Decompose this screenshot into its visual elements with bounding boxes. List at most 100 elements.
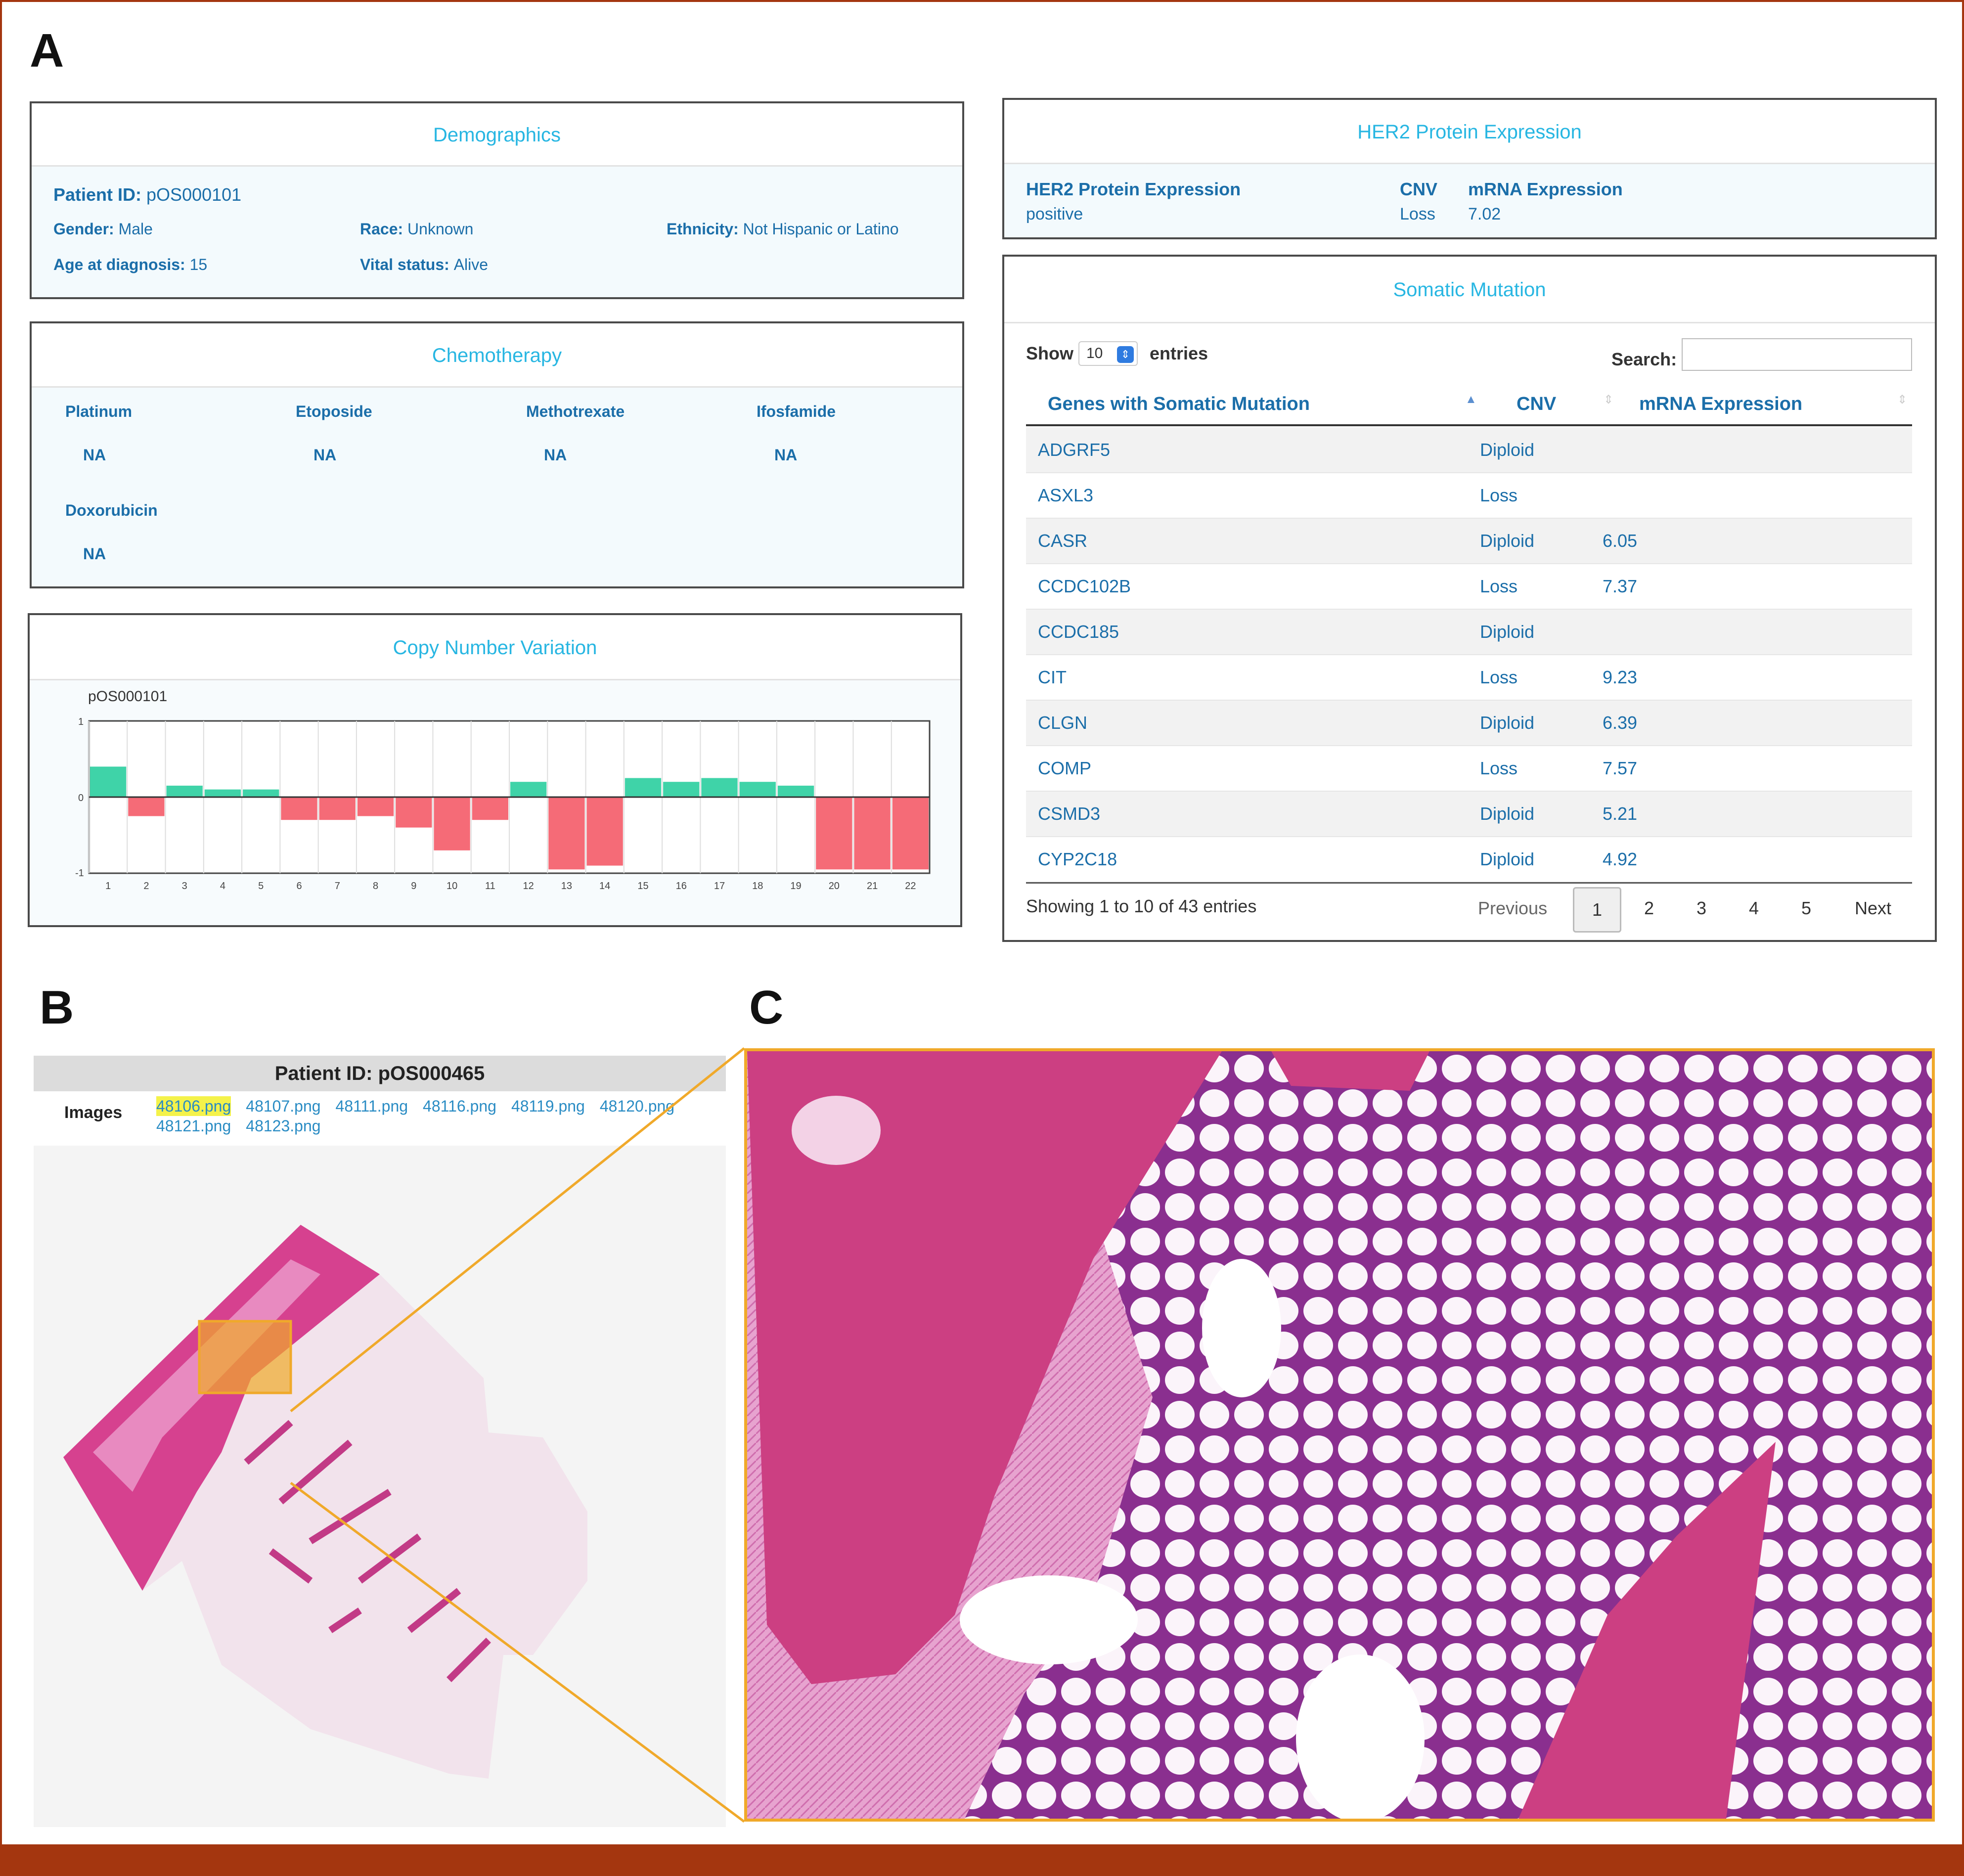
cnv-bar-chr13 [548,797,585,870]
table-header: Genes with Somatic Mutation ▲ CNV ⇕ mRNA… [1026,378,1912,426]
cnv-body: pOS000101 1 0 -1 1 2 3 4 5 6 7 8 9 10 11 12 13 14 15 16… [30,680,960,925]
x-tick-label: 6 [296,881,302,892]
image-link[interactable]: 48116.png [423,1096,496,1116]
gender-label: Gender: [53,220,114,238]
her2-title: HER2 Protein Expression [1004,100,1935,164]
images-label: Images [64,1103,123,1122]
mrna-cell: 7.37 [1591,564,1912,610]
somatic-title: Somatic Mutation [1004,257,1935,323]
bone-trabecula-top [1271,1051,1429,1091]
page-button-4[interactable]: 4 [1749,898,1759,919]
cnv-bar-chr1 [90,766,127,797]
race-label: Race: [360,220,403,238]
gene-cell[interactable]: ADGRF5 [1026,427,1468,473]
chemotherapy-card: Chemotherapy Platinum NA Etoposide NA Me… [30,321,964,588]
gene-cell[interactable]: ASXL3 [1026,473,1468,519]
page-button-5[interactable]: 5 [1801,898,1811,919]
drug-value: NA [83,446,106,464]
her2-body: HER2 Protein Expression positive CNV Los… [1004,164,1935,237]
y-tick-label: -1 [75,868,84,879]
entries-select[interactable]: 10 ⇕ [1078,341,1138,366]
mrna-cell [1591,473,1912,519]
show-label: Show [1026,343,1073,363]
cnv-chart: pOS000101 1 0 -1 1 2 3 4 5 6 7 8 9 10 11 12 13 14 15 16… [75,688,931,892]
col-header-cnv[interactable]: CNV [1517,394,1556,415]
x-tick-label: 9 [411,881,416,892]
gene-cell[interactable]: CYP2C18 [1026,837,1468,883]
previous-button[interactable]: Previous [1478,898,1547,919]
slide-thumbnail[interactable] [34,1146,726,1827]
page-button-3[interactable]: 3 [1696,898,1706,919]
x-tick-label: 3 [182,881,187,892]
her2-col1-value: positive [1026,205,1083,223]
entries-label: entries [1150,343,1208,363]
vessel-lumen [1202,1259,1281,1397]
cnv-title: Copy Number Variation [30,615,960,680]
x-tick-label: 11 [485,881,495,892]
drug-name: Etoposide [296,402,372,420]
image-link[interactable]: 48121.png [156,1116,231,1136]
cnv-cell: Loss [1468,746,1591,792]
patient-id-value: pOS000101 [146,184,242,205]
image-link[interactable]: 48120.png [600,1096,674,1116]
sort-icon[interactable]: ⇕ [1897,393,1907,407]
gene-cell[interactable]: CASR [1026,518,1468,564]
mrna-cell: 4.92 [1591,837,1912,883]
drug-value: NA [83,545,106,563]
sort-icon[interactable]: ⇕ [1604,393,1613,407]
cnv-bar-chr22 [892,797,929,870]
patient-id: Patient ID: pOS000101 [53,184,241,205]
her2-col2-value: Loss [1400,205,1435,223]
search-input[interactable] [1682,338,1912,371]
cnv-card: Copy Number Variation pOS000101 1 0 -1 1… [28,613,962,927]
image-link[interactable]: 48106.png [156,1096,231,1116]
cnv-bar-chr21 [854,797,891,870]
x-tick-label: 12 [523,881,534,892]
cnv-bar-chr20 [816,797,852,870]
page-button-1[interactable]: 1 [1573,887,1621,933]
gene-cell[interactable]: COMP [1026,746,1468,792]
x-tick-label: 19 [790,881,801,892]
image-link[interactable]: 48111.png [336,1096,408,1116]
x-tick-label: 17 [714,881,725,892]
col-header-mrna[interactable]: mRNA Expression [1639,394,1802,415]
gene-cell[interactable]: CCDC185 [1026,609,1468,655]
chemotherapy-title: Chemotherapy [32,323,962,388]
page-button-2[interactable]: 2 [1644,898,1654,919]
cnv-cell: Diploid [1468,427,1591,473]
table-row: ADGRF5 Diploid [1026,427,1912,473]
drug-name: Platinum [65,402,133,420]
cnv-cell: Diploid [1468,791,1591,837]
sort-asc-icon[interactable]: ▲ [1465,393,1477,406]
y-tick-label: 1 [78,716,84,727]
gene-cell[interactable]: CLGN [1026,700,1468,746]
race-value: Unknown [407,220,474,238]
image-link[interactable]: 48107.png [246,1096,320,1116]
image-link[interactable]: 48123.png [246,1116,320,1136]
age-at-diagnosis: Age at diagnosis: 15 [53,256,207,274]
cnv-bar-chr9 [396,797,432,828]
col-header-gene[interactable]: Genes with Somatic Mutation [1048,394,1310,415]
selection-box[interactable] [198,1320,292,1394]
slide-viewer: Patient ID: pOS000465 Images 48106.png 48… [34,1056,726,1827]
demographics-card: Demographics Patient ID: pOS000101 Gende… [30,101,964,299]
mrna-cell [1591,609,1912,655]
ethnicity: Ethnicity: Not Hispanic or Latino [667,220,899,238]
next-button[interactable]: Next [1855,898,1891,919]
histology-image [747,1051,1932,1819]
vital-status: Vital status: Alive [360,256,488,274]
x-tick-label: 10 [446,881,457,892]
her2-card: HER2 Protein Expression HER2 Protein Exp… [1002,98,1937,239]
x-tick-label: 20 [829,881,840,892]
cnv-bar-chr16 [663,782,700,797]
gene-cell[interactable]: CIT [1026,655,1468,701]
vital-value: Alive [453,256,489,273]
demographics-body: Patient ID: pOS000101 Gender: Male Race:… [32,167,962,297]
gene-cell[interactable]: CSMD3 [1026,791,1468,837]
cnv-bar-chr19 [777,785,814,797]
image-link[interactable]: 48119.png [511,1096,585,1116]
drug-name: Methotrexate [526,402,625,420]
cnv-bar-chr6 [281,797,317,820]
entries-select-value: 10 [1086,345,1103,361]
gene-cell[interactable]: CCDC102B [1026,564,1468,610]
